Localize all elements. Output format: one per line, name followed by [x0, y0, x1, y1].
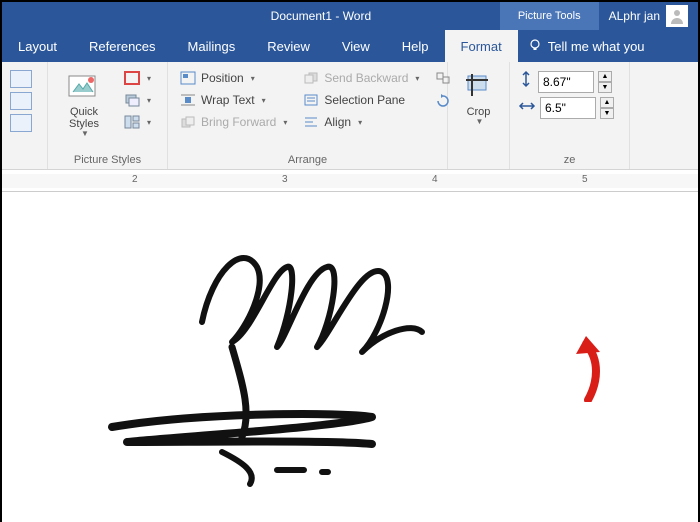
document-title: Document1 - Word — [2, 9, 500, 23]
bring-forward-button[interactable]: Bring Forward▾ — [176, 112, 291, 132]
tab-mailings[interactable]: Mailings — [172, 30, 252, 62]
document-canvas[interactable] — [2, 192, 698, 522]
annotation-arrow-icon — [558, 332, 608, 407]
wrap-text-icon — [180, 92, 196, 108]
height-spin-down[interactable]: ▼ — [598, 82, 612, 93]
width-spin-up[interactable]: ▲ — [600, 97, 614, 108]
width-row: ▲▼ — [518, 97, 621, 119]
chevron-down-icon: ▼ — [476, 118, 484, 127]
quick-styles-label: Quick Styles — [69, 106, 99, 130]
align-label: Align — [324, 115, 351, 129]
align-button[interactable]: Align▾ — [299, 112, 423, 132]
picture-effects-button[interactable]: ▾ — [120, 90, 155, 110]
send-backward-icon — [303, 70, 319, 86]
wrap-text-label: Wrap Text — [201, 93, 255, 107]
crop-icon — [462, 70, 496, 104]
width-spin-down[interactable]: ▼ — [600, 108, 614, 119]
layout-icon — [124, 114, 140, 130]
position-button[interactable]: Position▾ — [176, 68, 291, 88]
height-spin-up[interactable]: ▲ — [598, 71, 612, 82]
lightbulb-icon — [528, 38, 542, 55]
ruler-mark: 2 — [132, 174, 138, 185]
tab-help[interactable]: Help — [386, 30, 445, 62]
change-picture-icon[interactable] — [10, 92, 32, 110]
height-row: ▲▼ — [518, 70, 621, 93]
tell-me-label: Tell me what you — [548, 39, 645, 54]
tab-view[interactable]: View — [326, 30, 386, 62]
bring-forward-icon — [180, 114, 196, 130]
user-avatar-icon[interactable] — [666, 5, 688, 27]
selection-pane-label: Selection Pane — [324, 93, 405, 107]
picture-layout-button[interactable]: ▾ — [120, 112, 155, 132]
reset-picture-icon[interactable] — [10, 114, 32, 132]
user-name: ALphr jan — [609, 9, 660, 23]
ruler-mark: 3 — [282, 174, 288, 185]
ruler-mark: 5 — [582, 174, 588, 185]
quick-styles-icon — [67, 70, 101, 104]
height-input[interactable] — [538, 71, 594, 93]
title-bar: Document1 - Word Picture Tools ALphr jan — [2, 2, 698, 30]
width-input[interactable] — [540, 97, 596, 119]
border-icon — [124, 70, 140, 86]
tab-format[interactable]: Format — [445, 30, 518, 62]
ruler-mark: 4 — [432, 174, 438, 185]
align-icon — [303, 114, 319, 130]
tell-me-search[interactable]: Tell me what you — [518, 30, 698, 62]
bring-forward-label: Bring Forward — [201, 115, 276, 129]
size-group: ▲▼ ▲▼ ze — [510, 62, 630, 169]
compress-pictures-icon[interactable] — [10, 70, 32, 88]
crop-button[interactable]: Crop ▼ — [456, 66, 501, 169]
signature-image[interactable] — [82, 212, 502, 497]
picture-styles-group-label: Picture Styles — [48, 154, 167, 166]
tab-references[interactable]: References — [73, 30, 171, 62]
position-label: Position — [201, 71, 244, 85]
position-icon — [180, 70, 196, 86]
adjust-group — [2, 62, 48, 169]
size-group-label: ze — [510, 154, 629, 166]
width-icon — [518, 98, 536, 119]
arrange-group: Position▾ Wrap Text▾ Bring Forward▾ Send… — [168, 62, 448, 169]
wrap-text-button[interactable]: Wrap Text▾ — [176, 90, 291, 110]
ribbon-tabs: Layout References Mailings Review View H… — [2, 30, 698, 62]
send-backward-label: Send Backward — [324, 71, 408, 85]
ribbon: Quick Styles ▼ ▾ ▾ ▾ Picture Styles Posi… — [2, 62, 698, 170]
effects-icon — [124, 92, 140, 108]
chevron-down-icon: ▼ — [81, 130, 89, 139]
horizontal-ruler[interactable]: 2 3 4 5 — [2, 170, 698, 192]
tab-layout[interactable]: Layout — [2, 30, 73, 62]
picture-styles-group: Quick Styles ▼ ▾ ▾ ▾ Picture Styles — [48, 62, 168, 169]
send-backward-button[interactable]: Send Backward▾ — [299, 68, 423, 88]
tab-review[interactable]: Review — [251, 30, 326, 62]
user-area[interactable]: ALphr jan — [599, 5, 698, 27]
selection-pane-button[interactable]: Selection Pane — [299, 90, 423, 110]
picture-border-button[interactable]: ▾ — [120, 68, 155, 88]
selection-pane-icon — [303, 92, 319, 108]
arrange-group-label: Arrange — [168, 154, 447, 166]
contextual-tab-label: Picture Tools — [500, 2, 599, 30]
height-icon — [518, 70, 534, 93]
crop-group: Crop ▼ — [448, 62, 510, 169]
